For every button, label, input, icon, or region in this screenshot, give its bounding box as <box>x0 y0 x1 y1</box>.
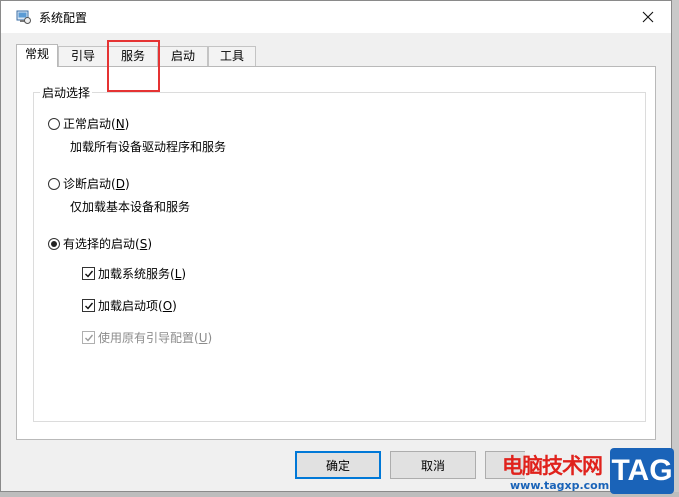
watermark: 电脑技术网 www.tagxp.com TAG <box>496 448 679 497</box>
title-bar: 系统配置 <box>1 1 671 33</box>
normal-startup-description: 加载所有设备驱动程序和服务 <box>70 140 227 154</box>
close-icon <box>642 11 654 23</box>
load-system-services-checkbox[interactable]: 加载系统服务(L) <box>82 265 186 282</box>
diagnostic-startup-radio[interactable]: 诊断启动(D) <box>48 175 130 192</box>
radio-label: 正常启动(N) <box>63 117 130 131</box>
system-config-dialog: 系统配置 常规 引导 服务 启动 工具 启动选择 正常启动(N) 加载所有设备驱… <box>0 0 672 492</box>
checkbox-label: 使用原有引导配置(U) <box>98 331 213 345</box>
tab-startup[interactable]: 启动 <box>158 46 208 66</box>
tab-boot[interactable]: 引导 <box>58 46 108 66</box>
tab-general[interactable]: 常规 <box>16 44 58 67</box>
cancel-button[interactable]: 取消 <box>390 451 476 479</box>
checkbox-box <box>82 299 95 312</box>
checkbox-box <box>82 331 95 344</box>
checkmark-icon <box>84 302 93 310</box>
close-button[interactable] <box>625 1 671 33</box>
startup-selection-group: 启动选择 正常启动(N) 加载所有设备驱动程序和服务 诊断启动(D) 仅加载基本… <box>33 84 646 422</box>
radio-label: 有选择的启动(S) <box>63 237 152 251</box>
background-window-edge <box>672 0 679 497</box>
ok-button[interactable]: 确定 <box>295 451 381 479</box>
tab-services[interactable]: 服务 <box>108 46 158 66</box>
msconfig-app-icon <box>16 10 31 24</box>
radio-label: 诊断启动(D) <box>63 177 130 191</box>
use-original-boot-config-checkbox: 使用原有引导配置(U) <box>82 329 212 346</box>
diagnostic-startup-description: 仅加载基本设备和服务 <box>70 200 191 214</box>
general-tab-panel: 启动选择 正常启动(N) 加载所有设备驱动程序和服务 诊断启动(D) 仅加载基本… <box>16 66 656 440</box>
group-legend: 启动选择 <box>40 84 93 101</box>
checkmark-icon <box>84 334 93 342</box>
load-startup-items-checkbox[interactable]: 加载启动项(O) <box>82 297 177 314</box>
radio-button <box>48 177 60 190</box>
normal-startup-radio[interactable]: 正常启动(N) <box>48 115 129 132</box>
checkbox-box <box>82 267 95 280</box>
window-title: 系统配置 <box>39 11 88 25</box>
checkmark-icon <box>84 270 93 278</box>
watermark-tag-text: TAG <box>611 454 673 487</box>
tab-tools[interactable]: 工具 <box>208 46 256 66</box>
watermark-url: www.tagxp.com <box>510 479 610 492</box>
radio-button-selected <box>48 237 60 250</box>
watermark-site-name: 电脑技术网 <box>502 453 603 478</box>
checkbox-label: 加载系统服务(L) <box>98 267 187 281</box>
selective-startup-radio[interactable]: 有选择的启动(S) <box>48 235 152 252</box>
watermark-tag-badge: TAG <box>610 448 674 494</box>
checkbox-label: 加载启动项(O) <box>98 299 177 313</box>
radio-button <box>48 117 60 130</box>
